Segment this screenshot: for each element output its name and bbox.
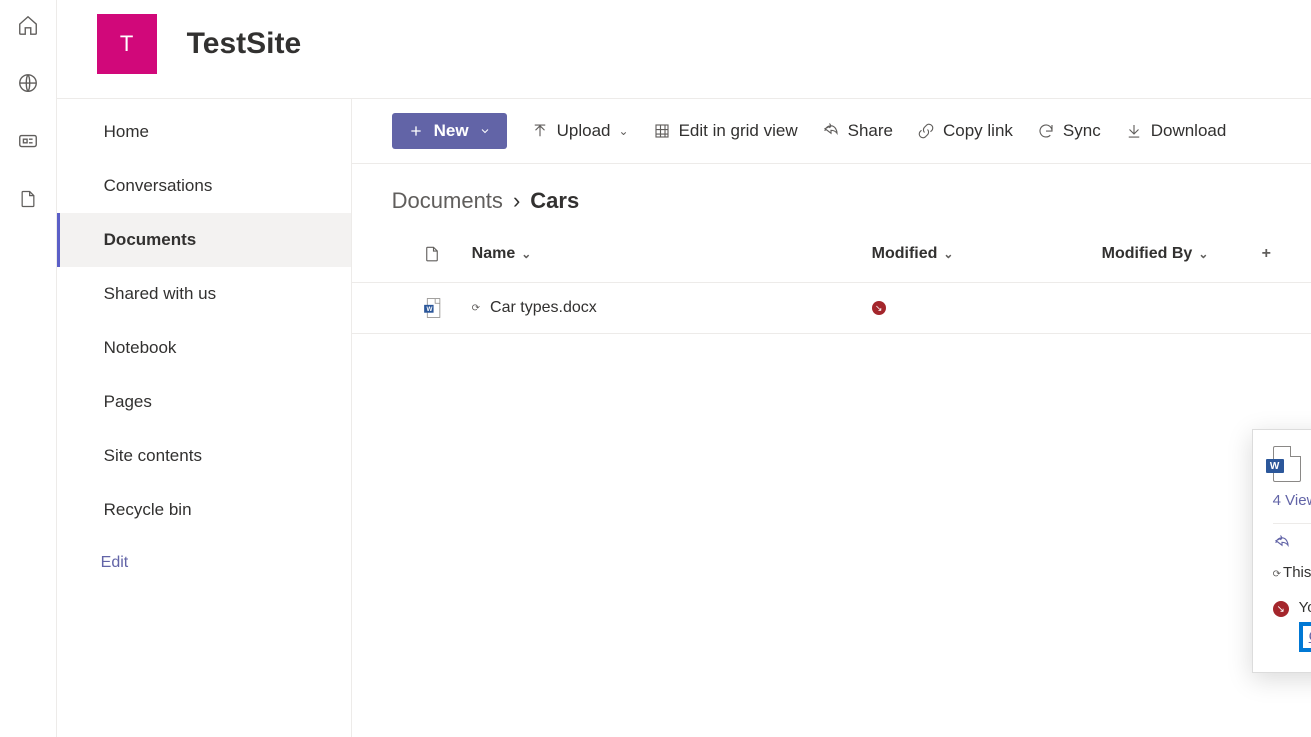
chevron-down-icon [479,125,491,137]
checked-out-icon: ↘ [872,301,886,315]
sidebar-item-notebook[interactable]: Notebook [57,321,351,375]
site-logo[interactable]: T [97,14,157,74]
new-button[interactable]: New [392,113,507,149]
sidebar-item-site-contents[interactable]: Site contents [57,429,351,483]
plus-icon [408,123,424,139]
column-modified[interactable]: Modified ⌄ [872,245,1102,263]
chevron-down-icon: ⌄ [943,247,953,261]
share-button[interactable]: Share [822,121,893,141]
globe-icon[interactable] [17,72,39,94]
sidebar-edit[interactable]: Edit [57,537,351,589]
command-bar: New Upload ⌄ Edit in grid view Sha [352,99,1311,164]
sidebar-item-pages[interactable]: Pages [57,375,351,429]
word-doc-icon: W [392,297,472,319]
sidebar-item-recycle-bin[interactable]: Recycle bin [57,483,351,537]
sidebar-item-conversations[interactable]: Conversations [57,159,351,213]
download-button[interactable]: Download [1125,121,1227,141]
breadcrumb-separator: › [513,188,520,214]
file-name[interactable]: ⟳Car types.docx [472,299,872,317]
grid-view-button[interactable]: Edit in grid view [653,121,798,141]
column-modified-by[interactable]: Modified By ⌄ [1102,245,1262,263]
upload-icon [531,122,549,140]
news-icon[interactable] [17,130,39,152]
views-link[interactable]: 4 Views [1273,492,1311,509]
check-in-highlight: Check in [1299,622,1311,652]
chevron-down-icon: ⌄ [619,124,629,138]
column-name[interactable]: Name ⌄ [472,245,872,263]
breadcrumb-parent[interactable]: Documents [392,188,503,214]
link-icon [917,122,935,140]
share-icon [822,122,840,140]
column-type-icon[interactable] [392,244,472,264]
sidebar-item-documents[interactable]: Documents [57,213,351,267]
sync-icon [1037,122,1055,140]
copy-link-button[interactable]: Copy link [917,121,1013,141]
site-title[interactable]: TestSite [187,27,301,61]
home-icon[interactable] [17,14,39,36]
app-rail [0,0,57,737]
file-icon[interactable] [17,188,39,210]
chevron-down-icon: ⌄ [1198,247,1208,261]
svg-text:W: W [426,306,432,313]
share-icon[interactable] [1273,534,1291,552]
sidebar: Home Conversations Documents Shared with… [57,99,352,737]
word-doc-icon [1273,446,1301,482]
created-text: ⟳This item was created Yesterday at 8:40… [1273,564,1311,581]
add-column-button[interactable]: + [1262,245,1271,263]
sidebar-item-shared[interactable]: Shared with us [57,267,351,321]
breadcrumb-current: Cars [530,188,579,214]
sync-button[interactable]: Sync [1037,121,1101,141]
table-row[interactable]: W ⟳Car types.docx ↘ [352,283,1311,334]
sidebar-item-home[interactable]: Home [57,105,351,159]
warning-icon: ↘ [1273,601,1289,617]
grid-icon [653,122,671,140]
upload-button[interactable]: Upload ⌄ [531,121,629,141]
new-label: New [434,121,469,141]
chevron-down-icon: ⌄ [521,247,531,261]
breadcrumb: Documents › Cars [352,164,1311,226]
download-icon [1125,122,1143,140]
file-hover-card: Car types 4 Views See details ⟳This item… [1252,429,1311,673]
list-header: Name ⌄ Modified ⌄ Modified By ⌄ + [352,226,1311,283]
checkout-warning: You checked out this item, so others can… [1299,599,1311,616]
site-header: T TestSite [57,0,1311,99]
